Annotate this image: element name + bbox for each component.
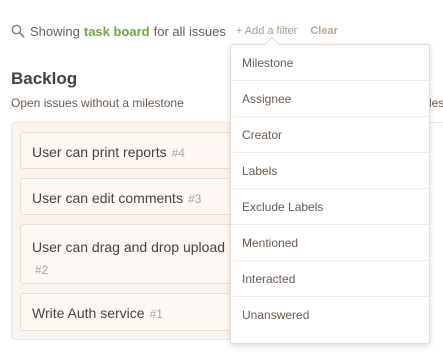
filter-option-interacted[interactable]: Interacted — [231, 261, 429, 297]
filter-option-creator[interactable]: Creator — [231, 117, 429, 153]
issue-number: #4 — [171, 146, 185, 160]
issue-title: User can edit comments — [32, 190, 183, 206]
issue-title: Write Auth service — [32, 305, 145, 321]
filter-option-unanswered[interactable]: Unanswered — [231, 297, 429, 333]
filter-bar: Showing task board for all issues + Add … — [11, 21, 338, 41]
search-icon — [11, 24, 25, 38]
filter-option-labels[interactable]: Labels — [231, 153, 429, 189]
issue-number: #3 — [187, 192, 202, 206]
filter-suffix: for all issues — [153, 23, 226, 39]
backlog-title: Backlog — [11, 69, 78, 88]
add-filter-button[interactable]: + Add a filter — [236, 25, 297, 37]
issue-title: User can drag and drop upload — [32, 239, 226, 255]
page: Showing task board for all issues + Add … — [0, 0, 443, 352]
next-column-subtitle: les — [429, 96, 443, 110]
issue-number: #1 — [149, 307, 163, 321]
backlog-subtitle: Open issues without a milestone — [11, 96, 184, 110]
add-filter-dropdown: Milestone Assignee Creator Labels Exclud… — [230, 36, 430, 344]
issue-card[interactable]: User can print reports #4 — [20, 132, 244, 169]
issue-card[interactable]: Write Auth service #1 — [20, 293, 244, 331]
current-view-link[interactable]: task board — [84, 24, 150, 39]
issue-card[interactable]: User can edit comments #3 — [20, 178, 244, 215]
next-column-divider — [429, 122, 443, 123]
filter-prefix: Showing — [30, 23, 80, 39]
filter-option-milestone[interactable]: Milestone — [231, 45, 429, 81]
issue-title: User can print reports — [32, 144, 167, 160]
filter-option-mentioned[interactable]: Mentioned — [231, 225, 429, 261]
filter-option-exclude-labels[interactable]: Exclude Labels — [231, 189, 429, 225]
issue-number: #2 — [35, 263, 49, 277]
backlog-column: User can print reports #4 User can edit c… — [11, 122, 251, 340]
issue-card[interactable]: User can drag and drop upload #2 — [20, 224, 244, 284]
clear-filters-button[interactable]: Clear — [310, 25, 338, 37]
filter-option-assignee[interactable]: Assignee — [231, 81, 429, 117]
